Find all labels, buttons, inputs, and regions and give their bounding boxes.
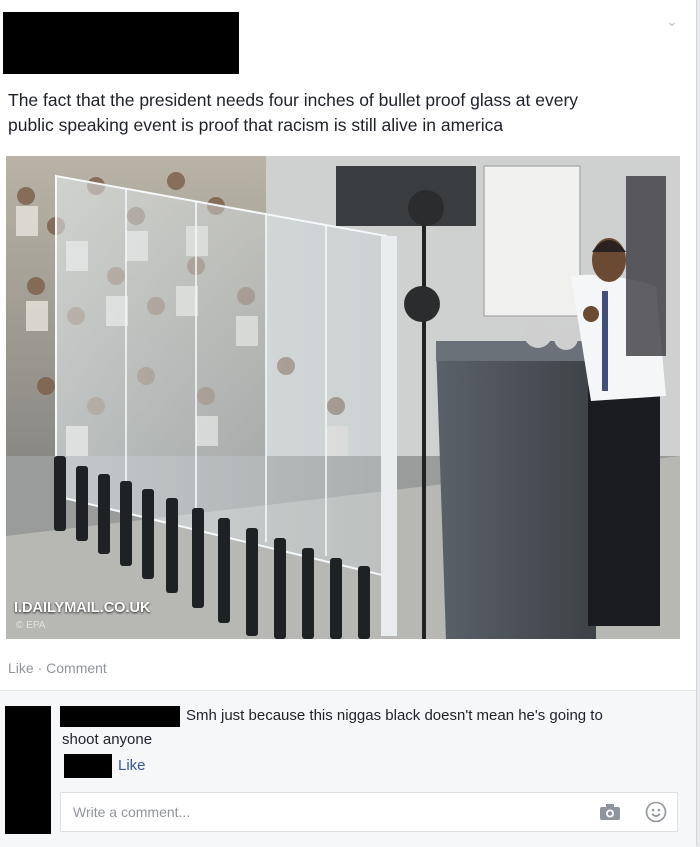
redacted-author-name — [3, 12, 239, 74]
post-text: The fact that the president needs four i… — [8, 88, 678, 138]
redacted-commenter-name — [60, 706, 180, 727]
comment-input[interactable]: Write a comment... — [60, 792, 678, 832]
post-photo[interactable] — [6, 156, 680, 639]
comment-like-link[interactable]: Like — [118, 757, 146, 774]
comment-text-line: shoot anyone — [62, 731, 153, 748]
post-text-line: The fact that the president needs four i… — [8, 90, 579, 110]
photo-credit: © EPA — [16, 620, 46, 631]
comment-button[interactable]: Comment — [46, 660, 107, 676]
action-separator: · — [33, 660, 47, 676]
like-button[interactable]: Like — [8, 660, 34, 676]
smiley-icon[interactable] — [645, 801, 667, 823]
comment-text-line: Smh just because this niggas black doesn… — [186, 707, 603, 724]
comment-input-placeholder: Write a comment... — [73, 804, 191, 820]
post-card: ⌄ The fact that the president needs four… — [0, 0, 697, 847]
post-actions: Like · Comment — [8, 660, 107, 676]
photo-illustration — [6, 156, 680, 639]
camera-icon[interactable] — [599, 803, 621, 821]
post-text-line: public speaking event is proof that raci… — [8, 115, 504, 135]
chevron-down-icon[interactable]: ⌄ — [664, 14, 680, 30]
redacted-avatar — [5, 706, 51, 834]
link-source-domain[interactable]: I.DAILYMAIL.CO.UK — [14, 600, 150, 616]
redacted-comment-meta — [64, 754, 112, 778]
